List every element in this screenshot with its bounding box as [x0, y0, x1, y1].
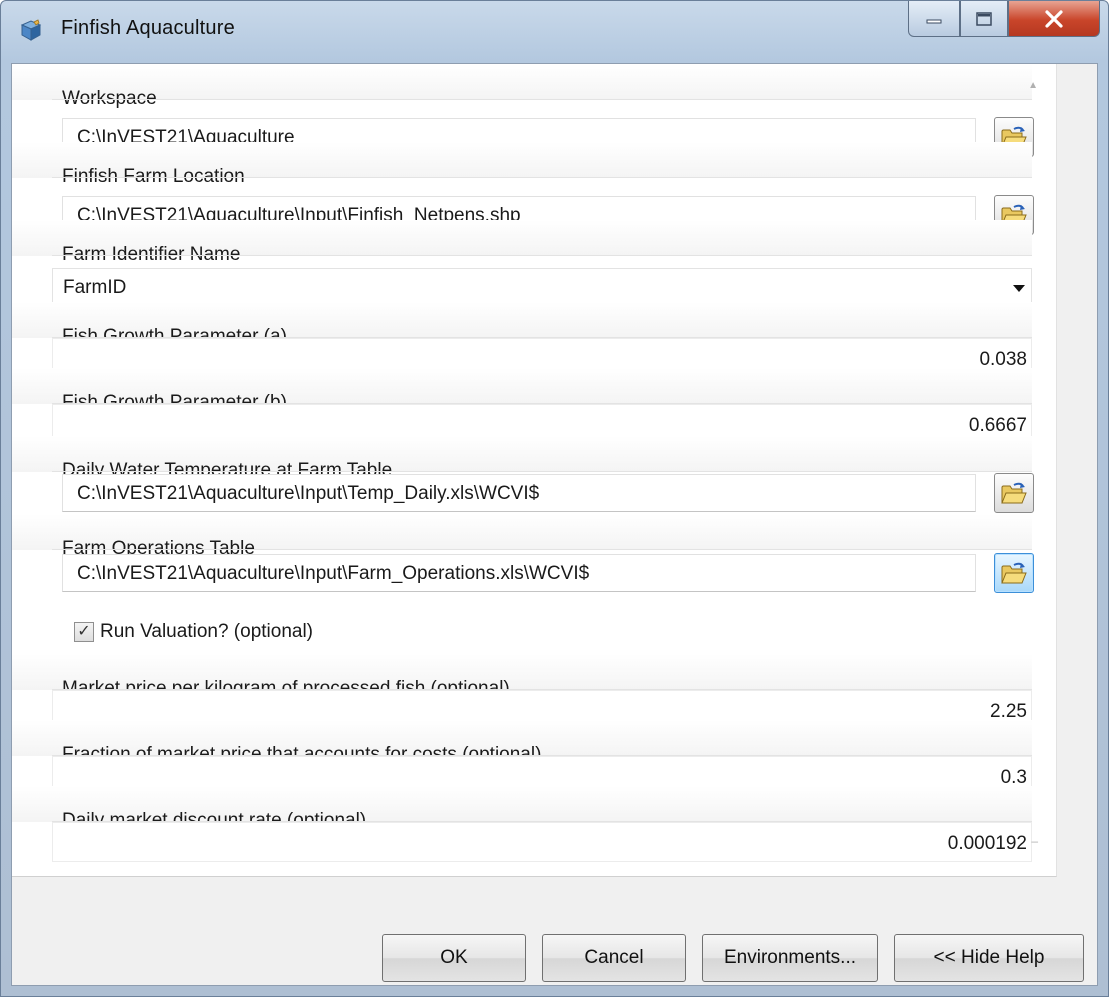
minimize-icon [926, 19, 942, 23]
title-bar[interactable]: Finfish Aquaculture [1, 1, 1108, 61]
ok-button[interactable]: OK [382, 934, 526, 982]
run-valuation-checkbox[interactable]: ✓ [74, 622, 94, 642]
minimize-button[interactable] [908, 1, 960, 37]
cost-fraction-label: Fraction of market price that accounts f… [12, 720, 1032, 765]
workspace-label-text: Workspace [62, 88, 157, 109]
water-temp-browse-button[interactable] [994, 473, 1034, 513]
water-temp-input[interactable]: C:\InVEST21\Aquaculture\Input\Temp_Daily… [62, 474, 976, 512]
scroll-down-arrow-icon[interactable]: – [1031, 834, 1038, 848]
maximize-button[interactable] [960, 1, 1008, 37]
farm-operations-input[interactable]: C:\InVEST21\Aquaculture\Input\Farm_Opera… [62, 554, 976, 592]
farm-location-label-text: Finfish Farm Location [62, 166, 245, 187]
growth-a-label: Fish Growth Parameter (a) [12, 302, 1032, 347]
window-title: Finfish Aquaculture [61, 17, 235, 39]
close-button[interactable] [1008, 1, 1100, 37]
market-price-label: Market price per kilogram of processed f… [12, 654, 1032, 699]
close-icon [1045, 9, 1063, 28]
workspace-label: Workspace [12, 64, 1032, 109]
farm-operations-browse-button[interactable] [994, 553, 1034, 593]
farm-identifier-value: FarmID [63, 277, 127, 298]
farm-identifier-label: Farm Identifier Name [12, 220, 1032, 265]
environments-button[interactable]: Environments... [702, 934, 878, 982]
dialog-window: Finfish Aquaculture Workspace C:\InVEST2… [0, 0, 1109, 997]
toolbox-icon [20, 19, 42, 41]
farm-identifier-select[interactable]: FarmID [52, 268, 1032, 306]
growth-b-label: Fish Growth Parameter (b) [12, 368, 1032, 413]
cancel-button[interactable]: Cancel [542, 934, 686, 982]
scroll-up-arrow-icon[interactable]: ▲ [1028, 80, 1038, 91]
open-folder-icon [1001, 562, 1027, 584]
chevron-down-icon[interactable] [1013, 285, 1025, 292]
run-valuation-label: Run Valuation? (optional) [100, 621, 314, 642]
farm-operations-label: Farm Operations Table [12, 514, 1032, 559]
water-temp-label: Daily Water Temperature at Farm Table [12, 436, 1032, 481]
open-folder-icon [1001, 482, 1027, 504]
dialog-client-area: Workspace C:\InVEST21\Aquaculture Finfis… [11, 63, 1098, 986]
parameters-panel[interactable]: Workspace C:\InVEST21\Aquaculture Finfis… [12, 64, 1057, 877]
discount-rate-label: Daily market discount rate (optional) [12, 786, 1032, 831]
farm-location-label: Finfish Farm Location [12, 142, 1032, 187]
discount-rate-input[interactable]: 0.000192 [52, 822, 1032, 862]
hide-help-button[interactable]: << Hide Help [894, 934, 1084, 982]
farm-identifier-label-text: Farm Identifier Name [62, 244, 241, 265]
maximize-icon [976, 11, 992, 26]
run-valuation-option[interactable]: ✓ Run Valuation? (optional) [74, 618, 313, 646]
